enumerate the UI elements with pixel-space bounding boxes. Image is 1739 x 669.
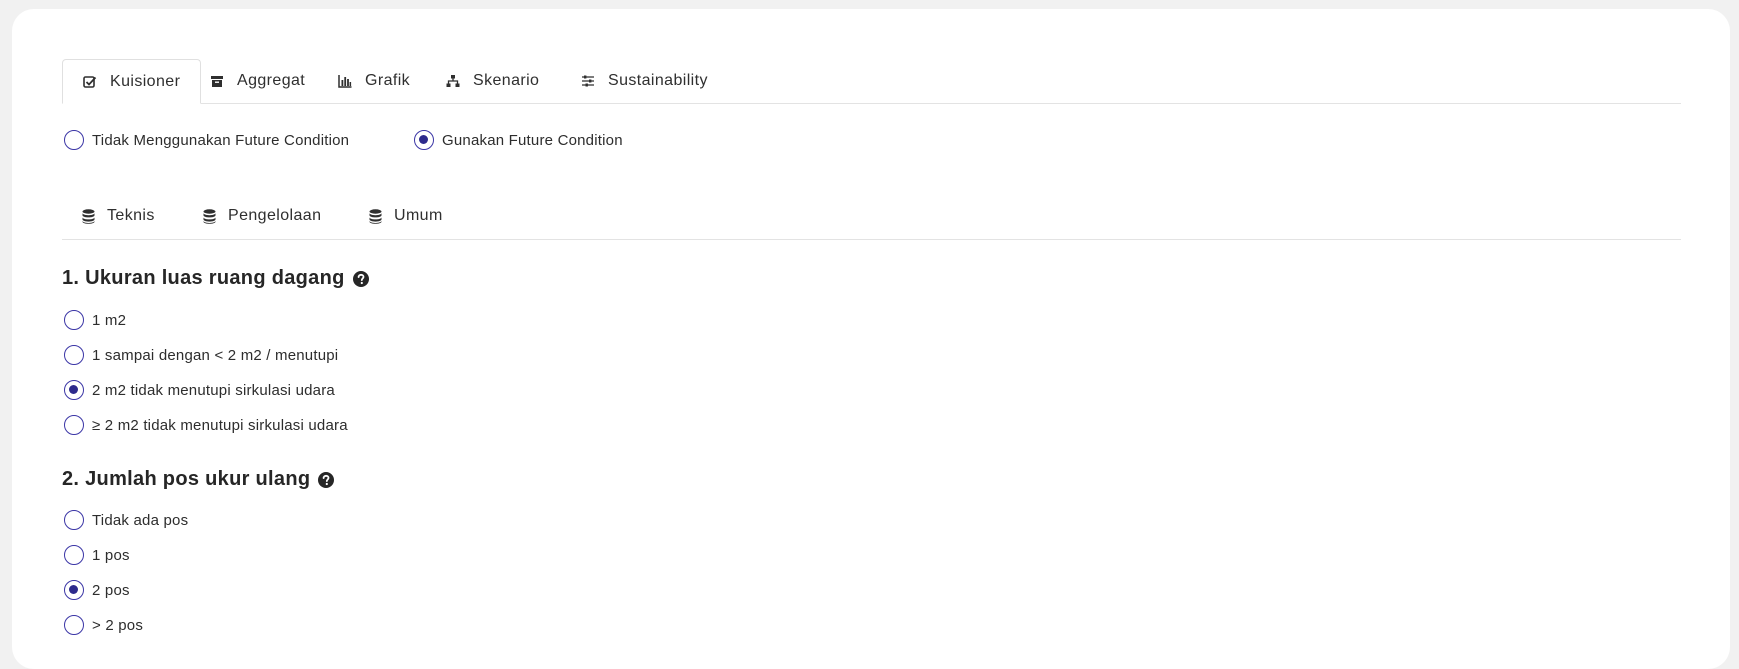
radio-button[interactable] — [64, 415, 84, 435]
option-q1-1[interactable]: 1 m2 — [64, 310, 126, 330]
radio-label: 2 m2 tidak menutupi sirkulasi udara — [92, 381, 335, 399]
radio-label: > 2 pos — [92, 616, 144, 634]
subtab-label: Umum — [394, 207, 443, 224]
option-q1-2[interactable]: 1 sampai dengan < 2 m2 / menutupi — [64, 345, 338, 365]
radio-button[interactable] — [64, 580, 84, 600]
tab-label: Grafik — [365, 72, 411, 89]
subtab-label: Teknis — [107, 207, 155, 224]
radio-label: 1 sampai dengan < 2 m2 / menutupi — [92, 346, 339, 364]
radio-button[interactable] — [64, 615, 84, 635]
radio-label: Tidak ada pos — [92, 511, 189, 529]
option-q2-1[interactable]: Tidak ada pos — [64, 510, 188, 530]
radio-button[interactable] — [64, 510, 84, 530]
radio-button[interactable] — [64, 130, 84, 150]
tab-label: Kuisioner — [110, 72, 181, 90]
question-title: 2. Jumlah pos ukur ulang — [62, 468, 335, 491]
radio-label: 1 pos — [92, 546, 130, 564]
radio-label: Gunakan Future Condition — [442, 131, 623, 149]
radio-label: 2 pos — [92, 581, 130, 599]
sitemap-icon — [446, 75, 460, 87]
tab-label: Aggregat — [237, 72, 306, 89]
help-circle-icon[interactable] — [352, 270, 369, 287]
tab-label: Skenario — [473, 72, 540, 89]
tab-grafik[interactable]: Grafik — [338, 59, 410, 103]
bar-chart-icon — [338, 75, 352, 88]
help-circle-icon[interactable] — [318, 471, 335, 488]
radio-no-future-condition[interactable]: Tidak Menggunakan Future Condition — [64, 130, 349, 150]
subtab-label: Pengelolaan — [228, 207, 322, 224]
archive-icon — [211, 76, 223, 87]
database-icon — [203, 208, 216, 224]
sub-tabs: Teknis Pengelolaan Umum — [62, 199, 1681, 240]
main-card: Kuisioner Aggregat Grafik Skenario Susta… — [12, 9, 1730, 669]
radio-button[interactable] — [414, 130, 434, 150]
radio-label: 1 m2 — [92, 311, 127, 329]
subtab-teknis[interactable]: Teknis — [82, 207, 155, 225]
database-icon — [82, 208, 95, 224]
question-text: 1. Ukuran luas ruang dagang — [62, 267, 345, 289]
radio-button[interactable] — [64, 345, 84, 365]
tab-label: Sustainability — [608, 72, 708, 89]
question-text: 2. Jumlah pos ukur ulang — [62, 468, 311, 490]
check-square-icon — [83, 75, 97, 88]
main-tabs: Kuisioner Aggregat Grafik Skenario Susta… — [62, 59, 1681, 104]
radio-button[interactable] — [64, 380, 84, 400]
option-q2-2[interactable]: 1 pos — [64, 545, 130, 565]
option-q1-4[interactable]: ≥ 2 m2 tidak menutupi sirkulasi udara — [64, 415, 348, 435]
radio-label: ≥ 2 m2 tidak menutupi sirkulasi udara — [92, 416, 348, 434]
database-icon — [369, 208, 382, 224]
subtab-pengelolaan[interactable]: Pengelolaan — [203, 207, 321, 225]
tab-sustainability[interactable]: Sustainability — [581, 59, 708, 103]
radio-button[interactable] — [64, 545, 84, 565]
subtab-umum[interactable]: Umum — [369, 207, 443, 225]
radio-button[interactable] — [64, 310, 84, 330]
radio-use-future-condition[interactable]: Gunakan Future Condition — [414, 130, 623, 150]
option-q1-3[interactable]: 2 m2 tidak menutupi sirkulasi udara — [64, 380, 335, 400]
question-title: 1. Ukuran luas ruang dagang — [62, 267, 369, 290]
sliders-icon — [582, 75, 594, 87]
tab-kuisioner[interactable]: Kuisioner — [62, 59, 202, 104]
tab-skenario[interactable]: Skenario — [446, 59, 539, 103]
radio-label: Tidak Menggunakan Future Condition — [92, 131, 350, 149]
option-q2-3[interactable]: 2 pos — [64, 580, 130, 600]
option-q2-4[interactable]: > 2 pos — [64, 615, 143, 635]
tab-aggregat[interactable]: Aggregat — [210, 59, 305, 103]
